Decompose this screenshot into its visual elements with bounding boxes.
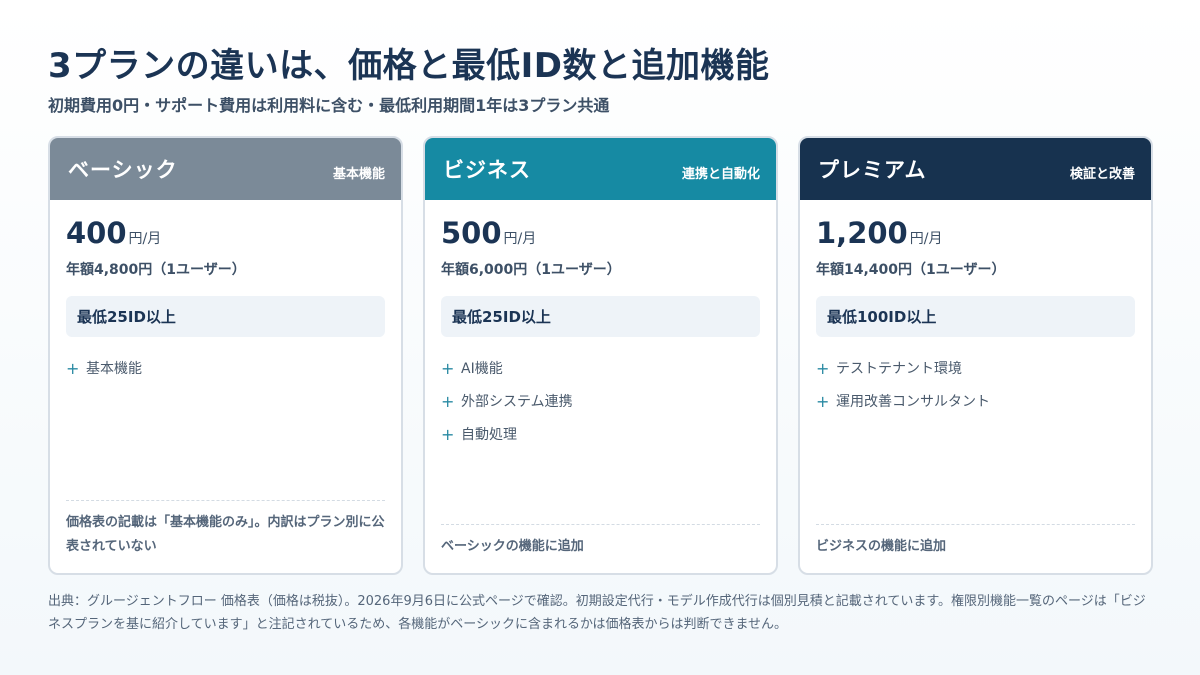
plan-header-business: ビジネス 連携と自動化 (425, 138, 776, 200)
plan-body: 1,200 円/月 年額14,400円（1ユーザー） 最低100ID以上 + テ… (800, 200, 1151, 573)
feature-list: + 基本機能 (66, 357, 385, 390)
price-line: 500 円/月 (441, 216, 760, 250)
plan-name: ベーシック (68, 158, 178, 182)
plan-body: 400 円/月 年額4,800円（1ユーザー） 最低25ID以上 + 基本機能 … (50, 200, 401, 573)
annual-price: 年額14,400円（1ユーザー） (816, 262, 1006, 278)
price-value: 400 (66, 216, 127, 250)
plan-card-basic: ベーシック 基本機能 400 円/月 年額4,800円（1ユーザー） 最低25I… (48, 136, 403, 575)
plan-note: ベーシックの機能に追加 (441, 524, 760, 559)
source-note: 出典：グルージェントフロー 価格表（価格は税抜）。2026年9月6日に公式ページ… (48, 594, 1146, 632)
price-line: 1,200 円/月 (816, 216, 1135, 250)
min-id-box: 最低100ID以上 (816, 296, 1135, 337)
price-unit: 円/月 (128, 231, 162, 247)
plus-icon: + (816, 358, 830, 378)
feature-item: + 基本機能 (66, 357, 385, 379)
plan-name: プレミアム (818, 158, 927, 182)
plus-icon: + (816, 391, 830, 411)
plan-cards: ベーシック 基本機能 400 円/月 年額4,800円（1ユーザー） 最低25I… (48, 136, 1153, 575)
plus-icon: + (441, 358, 455, 378)
price-line: 400 円/月 (66, 216, 385, 250)
feature-item: + テストテナント環境 (816, 357, 1135, 379)
price-value: 500 (441, 216, 502, 250)
min-id-box: 最低25ID以上 (441, 296, 760, 337)
feature-label: 外部システム連携 (461, 394, 573, 410)
feature-item: + 自動処理 (441, 423, 760, 445)
page-title: 3プランの違いは、価格と最低ID数と追加機能 (48, 46, 770, 86)
plan-header-basic: ベーシック 基本機能 (50, 138, 401, 200)
feature-item: + AI機能 (441, 357, 760, 379)
plan-tag: 検証と改善 (1069, 166, 1135, 182)
plan-tag: 連携と自動化 (681, 166, 760, 182)
page-subtitle: 初期費用0円・サポート費用は利用料に含む・最低利用期間1年は3プラン共通 (48, 96, 610, 115)
feature-item: + 運用改善コンサルタント (816, 390, 1135, 412)
price-unit: 円/月 (909, 231, 943, 247)
feature-label: テストテナント環境 (836, 361, 962, 377)
feature-item: + 外部システム連携 (441, 390, 760, 412)
plan-note: 価格表の記載は「基本機能のみ」。内訳はプラン別に公表されていない (66, 500, 385, 559)
plan-header-premium: プレミアム 検証と改善 (800, 138, 1151, 200)
feature-label: 自動処理 (461, 427, 517, 443)
annual-price: 年額6,000円（1ユーザー） (441, 262, 621, 278)
price-value: 1,200 (816, 216, 908, 250)
feature-list: + AI機能 + 外部システム連携 + 自動処理 (441, 357, 760, 456)
plan-name: ビジネス (443, 158, 531, 182)
plus-icon: + (441, 424, 455, 444)
plus-icon: + (66, 358, 80, 378)
feature-label: AI機能 (461, 361, 503, 377)
plan-body: 500 円/月 年額6,000円（1ユーザー） 最低25ID以上 + AI機能 … (425, 200, 776, 573)
plan-note: ビジネスの機能に追加 (816, 524, 1135, 559)
price-unit: 円/月 (503, 231, 537, 247)
feature-label: 基本機能 (86, 361, 142, 377)
annual-price: 年額4,800円（1ユーザー） (66, 262, 246, 278)
min-id-box: 最低25ID以上 (66, 296, 385, 337)
plus-icon: + (441, 391, 455, 411)
plan-tag: 基本機能 (332, 166, 385, 182)
plan-card-business: ビジネス 連携と自動化 500 円/月 年額6,000円（1ユーザー） 最低25… (423, 136, 778, 575)
plan-card-premium: プレミアム 検証と改善 1,200 円/月 年額14,400円（1ユーザー） 最… (798, 136, 1153, 575)
feature-label: 運用改善コンサルタント (836, 394, 990, 410)
feature-list: + テストテナント環境 + 運用改善コンサルタント (816, 357, 1135, 423)
